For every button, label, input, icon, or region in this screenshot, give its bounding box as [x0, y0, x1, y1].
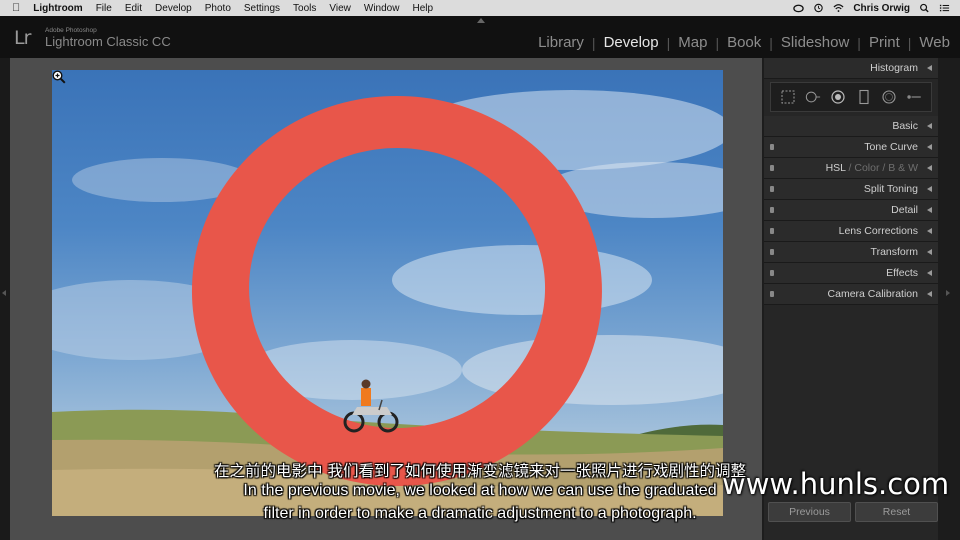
panel-title: Effects: [886, 267, 918, 279]
module-separator: |: [715, 34, 720, 51]
panel-transform[interactable]: Transform: [764, 242, 938, 263]
panel-title: Camera Calibration: [827, 288, 918, 300]
panel-histogram[interactable]: Histogram: [764, 58, 938, 79]
module-map[interactable]: Map: [676, 34, 709, 51]
zoom-cursor-icon: [52, 70, 66, 84]
collapse-arrow-icon[interactable]: [927, 249, 932, 255]
right-panel-toggle-arrow-icon[interactable]: [946, 290, 950, 296]
collapse-arrow-icon[interactable]: [927, 165, 932, 171]
module-book[interactable]: Book: [725, 34, 763, 51]
tool-strip: [770, 82, 932, 112]
lightroom-logo: Lr: [14, 27, 31, 49]
panel-detail[interactable]: Detail: [764, 200, 938, 221]
module-develop[interactable]: Develop: [602, 34, 661, 51]
panel-title: Tone Curve: [864, 141, 918, 153]
hsl-tab[interactable]: HSL: [826, 162, 846, 174]
module-separator: |: [769, 34, 773, 51]
panel-on-off-switch[interactable]: [770, 249, 774, 255]
top-panel-toggle-arrow-icon[interactable]: [477, 18, 485, 23]
collapse-arrow-icon[interactable]: [927, 291, 932, 297]
module-separator: |: [907, 34, 912, 51]
wifi-icon[interactable]: [833, 3, 844, 13]
notification-center-icon[interactable]: [939, 3, 950, 13]
menu-view[interactable]: View: [329, 3, 351, 14]
module-separator: |: [857, 34, 861, 51]
adjustment-brush-tool-icon[interactable]: [906, 89, 922, 105]
bw-tab[interactable]: B & W: [888, 162, 918, 174]
panel-on-off-switch[interactable]: [770, 207, 774, 213]
menu-user-name[interactable]: Chris Orwig: [853, 3, 910, 14]
menu-help[interactable]: Help: [412, 3, 433, 14]
module-slideshow[interactable]: Slideshow: [779, 34, 851, 51]
crop-tool-icon[interactable]: [780, 89, 796, 105]
left-panel-toggle-arrow-icon[interactable]: [2, 290, 6, 296]
panel-tone-curve[interactable]: Tone Curve: [764, 137, 938, 158]
menu-tools[interactable]: Tools: [293, 3, 316, 14]
tab-separator: /: [882, 162, 886, 174]
spot-removal-tool-icon[interactable]: [805, 89, 821, 105]
module-print[interactable]: Print: [867, 34, 902, 51]
menu-photo[interactable]: Photo: [205, 3, 231, 14]
collapse-arrow-icon[interactable]: [927, 228, 932, 234]
subtitle-chinese: 在之前的电影中 我们看到了如何使用渐变滤镜来对一张照片进行戏剧性的调整: [214, 462, 746, 480]
collapse-arrow-icon[interactable]: [927, 270, 932, 276]
lightroom-top-panel: Lr Adobe Photoshop Lightroom Classic CC …: [0, 16, 960, 58]
panel-title: Histogram: [870, 62, 918, 74]
panel-title: Basic: [892, 120, 918, 132]
panel-basic[interactable]: Basic: [764, 116, 938, 137]
menu-window[interactable]: Window: [364, 3, 400, 14]
menu-file[interactable]: File: [96, 3, 112, 14]
collapse-arrow-icon[interactable]: [927, 65, 932, 71]
collapse-arrow-icon[interactable]: [927, 144, 932, 150]
subtitle-english-line1: In the previous movie, we looked at how …: [243, 482, 717, 499]
panel-camera-calibration[interactable]: Camera Calibration: [764, 284, 938, 305]
creative-cloud-icon[interactable]: [793, 3, 805, 13]
module-library[interactable]: Library: [536, 34, 586, 51]
color-tab[interactable]: Color: [854, 162, 879, 174]
panel-effects[interactable]: Effects: [764, 263, 938, 284]
collapse-arrow-icon[interactable]: [927, 123, 932, 129]
panel-title: Split Toning: [863, 183, 918, 195]
module-picker: Library | Develop | Map | Book | Slidesh…: [536, 34, 952, 51]
photo-image: [52, 90, 723, 516]
panel-title: Detail: [891, 204, 918, 216]
macos-menu-bar:  Lightroom File Edit Develop Photo Sett…: [0, 0, 960, 16]
panel-hsl-color-bw[interactable]: HSL / Color / B & W: [764, 158, 938, 179]
panel-on-off-switch[interactable]: [770, 291, 774, 297]
panel-on-off-switch[interactable]: [770, 165, 774, 171]
tab-separator: /: [848, 162, 852, 174]
spotlight-search-icon[interactable]: [919, 3, 930, 13]
panel-title: Transform: [870, 246, 918, 258]
module-separator: |: [666, 34, 671, 51]
panel-title: Lens Corrections: [838, 225, 918, 237]
panel-on-off-switch[interactable]: [770, 186, 774, 192]
menu-develop[interactable]: Develop: [155, 3, 192, 14]
panel-on-off-switch[interactable]: [770, 270, 774, 276]
module-separator: |: [591, 34, 596, 51]
collapse-arrow-icon[interactable]: [927, 186, 932, 192]
panel-on-off-switch[interactable]: [770, 144, 774, 150]
module-web[interactable]: Web: [917, 34, 952, 51]
menu-edit[interactable]: Edit: [125, 3, 142, 14]
time-machine-icon[interactable]: [813, 3, 824, 13]
panel-on-off-switch[interactable]: [770, 228, 774, 234]
panel-split-toning[interactable]: Split Toning: [764, 179, 938, 200]
subtitle-english-line2: filter in order to make a dramatic adjus…: [263, 505, 697, 522]
apple-menu-icon[interactable]: : [12, 2, 20, 14]
menu-app-name[interactable]: Lightroom: [33, 3, 82, 14]
panel-lens-corrections[interactable]: Lens Corrections: [764, 221, 938, 242]
brand-small-text: Adobe Photoshop: [45, 27, 97, 34]
red-eye-tool-icon[interactable]: [830, 89, 846, 105]
collapse-arrow-icon[interactable]: [927, 207, 932, 213]
photo-preview[interactable]: [52, 70, 723, 516]
brand-title: Lightroom Classic CC: [45, 34, 171, 49]
graduated-filter-tool-icon[interactable]: [856, 89, 872, 105]
radial-filter-tool-icon[interactable]: [881, 89, 897, 105]
menu-settings[interactable]: Settings: [244, 3, 280, 14]
